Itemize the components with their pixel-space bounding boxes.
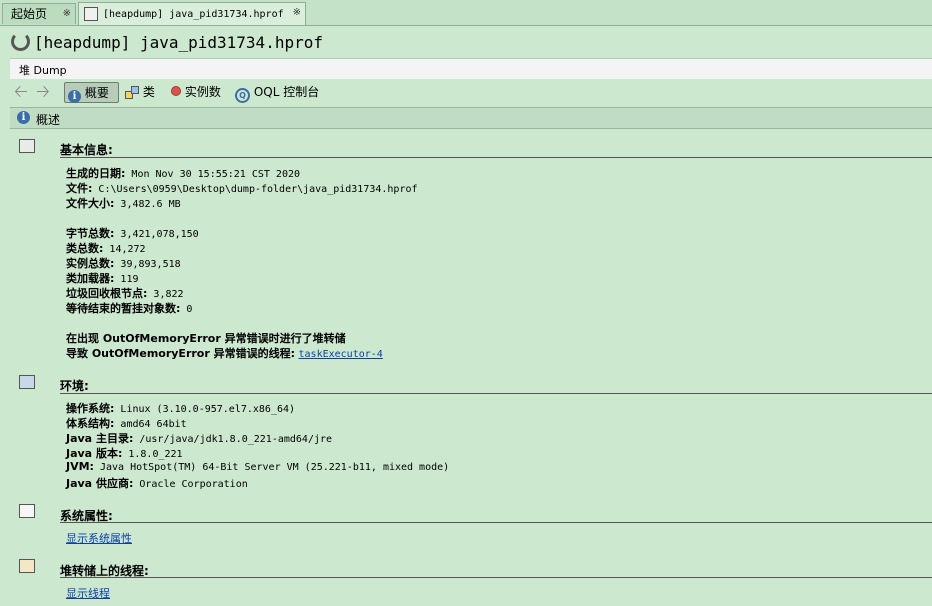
- row-key: 文件:: [66, 182, 93, 195]
- row-key: 类总数:: [66, 242, 104, 255]
- row-value: 39,893,518: [114, 259, 181, 270]
- info-row: 类加载器: 119: [66, 270, 139, 286]
- oql-icon: Q: [235, 88, 250, 103]
- tab-label: 起始页: [11, 7, 48, 21]
- instances-button[interactable]: 实例数: [168, 82, 224, 103]
- overview-bar: i 概述: [10, 107, 932, 129]
- heapdump-icon: [84, 7, 98, 21]
- row-value: 3,822: [147, 289, 184, 300]
- divider: [60, 577, 932, 578]
- show-threads-link[interactable]: 显示线程: [66, 585, 110, 601]
- oql-console-button[interactable]: Q OQL 控制台: [232, 82, 322, 103]
- info-row: 类总数: 14,272: [66, 240, 146, 256]
- row-value: 3,421,078,150: [114, 229, 199, 240]
- info-row: Java 版本: 1.8.0_221: [66, 445, 183, 461]
- row-value: C:\Users\0959\Desktop\dump-folder\java_p…: [92, 184, 418, 195]
- divider: [60, 522, 932, 523]
- info-row: 文件: C:\Users\0959\Desktop\dump-folder\ja…: [66, 180, 418, 196]
- info-row: 体系结构: amd64 64bit: [66, 415, 187, 431]
- instance-icon: [171, 86, 181, 96]
- row-value: amd64 64bit: [114, 419, 187, 430]
- tab-start-page[interactable]: 起始页 ※: [2, 3, 76, 24]
- row-value: 1.8.0_221: [122, 449, 183, 460]
- row-key: 生成的日期:: [66, 167, 126, 180]
- classes-label: 类: [142, 85, 155, 99]
- info-row: 垃圾回收根节点: 3,822: [66, 285, 184, 301]
- row-key: 文件大小:: [66, 197, 115, 210]
- section-title-environment: 环境:: [60, 379, 89, 393]
- summary-label: 概要: [84, 86, 109, 100]
- forward-arrow-icon[interactable]: 🡢: [36, 84, 50, 101]
- info-row: 生成的日期: Mon Nov 30 15:55:21 CST 2020: [66, 165, 300, 181]
- back-arrow-icon[interactable]: 🡠: [14, 84, 28, 101]
- info-icon: i: [68, 90, 81, 103]
- oom-thread-row: 导致 OutOfMemoryError 异常错误的线程: taskExecuto…: [66, 345, 383, 361]
- row-key: Java 供应商:: [66, 477, 134, 490]
- oql-label: OQL 控制台: [253, 85, 320, 99]
- row-key: Java 主目录:: [66, 432, 134, 445]
- classes-button[interactable]: 类: [122, 82, 158, 103]
- info-row: 文件大小: 3,482.6 MB: [66, 195, 181, 211]
- subheader-label: 堆 Dump: [19, 64, 67, 77]
- heap-dump-subheader: 堆 Dump: [10, 58, 932, 79]
- info-row: Java 主目录: /usr/java/jdk1.8.0_221-amd64/j…: [66, 430, 332, 446]
- document-icon: [19, 504, 35, 518]
- divider: [60, 157, 932, 158]
- row-key: 等待结束的暂挂对象数:: [66, 302, 181, 315]
- row-value: Linux (3.10.0-957.el7.x86_64): [114, 404, 296, 415]
- info-row: Java 供应商: Oracle Corporation: [66, 475, 248, 491]
- computer-icon: [19, 375, 35, 389]
- threads-icon: [19, 559, 35, 573]
- row-value: 14,272: [103, 244, 146, 255]
- row-key: 类加载器:: [66, 272, 115, 285]
- divider: [60, 393, 932, 394]
- info-row: 等待结束的暂挂对象数: 0: [66, 300, 192, 316]
- info-row: JVM: Java HotSpot(TM) 64-Bit Server VM (…: [66, 460, 449, 473]
- title-row: [heapdump] java_pid31734.hprof: [0, 26, 932, 56]
- close-icon[interactable]: ※: [63, 4, 71, 24]
- row-key: 垃圾回收根节点:: [66, 287, 148, 300]
- row-value: Java HotSpot(TM) 64-Bit Server VM (25.22…: [93, 462, 450, 473]
- row-key: Java 版本:: [66, 447, 123, 460]
- row-value: 0: [180, 304, 193, 315]
- section-title-basic: 基本信息:: [60, 143, 113, 157]
- info-row: 实例总数: 39,893,518: [66, 255, 181, 271]
- row-value: /usr/java/jdk1.8.0_221-amd64/jre: [133, 434, 333, 445]
- row-value: Mon Nov 30 15:55:21 CST 2020: [125, 169, 301, 180]
- tab-heapdump[interactable]: [heapdump] java_pid31734.hprof ※: [78, 2, 306, 25]
- row-key: 导致 OutOfMemoryError 异常错误的线程:: [66, 347, 296, 360]
- instances-label: 实例数: [184, 85, 221, 99]
- thread-link[interactable]: taskExecutor-4: [299, 349, 383, 360]
- row-value: 119: [114, 274, 139, 285]
- row-key: JVM:: [66, 460, 94, 473]
- tab-bar: 起始页 ※ [heapdump] java_pid31734.hprof ※: [0, 0, 932, 26]
- row-value: Oracle Corporation: [133, 479, 248, 490]
- info-row: 操作系统: Linux (3.10.0-957.el7.x86_64): [66, 400, 295, 416]
- info-row: 字节总数: 3,421,078,150: [66, 225, 199, 241]
- page-title: [heapdump] java_pid31734.hprof: [34, 33, 323, 52]
- view-toolbar: 🡠 🡢 i 概要 类 实例数 Q OQL 控制台: [10, 80, 932, 106]
- loading-spinner-icon: [11, 32, 30, 51]
- show-system-properties-link[interactable]: 显示系统属性: [66, 530, 132, 546]
- classes-icon: [125, 86, 139, 99]
- database-icon: [19, 139, 35, 153]
- row-key: 实例总数:: [66, 257, 115, 270]
- close-icon[interactable]: ※: [293, 3, 301, 23]
- row-value: 3,482.6 MB: [114, 199, 181, 210]
- oom-heapdump-note: 在出现 OutOfMemoryError 异常错误时进行了堆转储: [66, 332, 346, 345]
- row-key: 操作系统:: [66, 402, 115, 415]
- row-key: 字节总数:: [66, 227, 115, 240]
- info-icon: i: [17, 111, 30, 124]
- overview-label: 概述: [36, 113, 61, 127]
- tab-label: [heapdump] java_pid31734.hprof: [103, 9, 284, 20]
- summary-button[interactable]: i 概要: [64, 82, 119, 103]
- row-key: 体系结构:: [66, 417, 115, 430]
